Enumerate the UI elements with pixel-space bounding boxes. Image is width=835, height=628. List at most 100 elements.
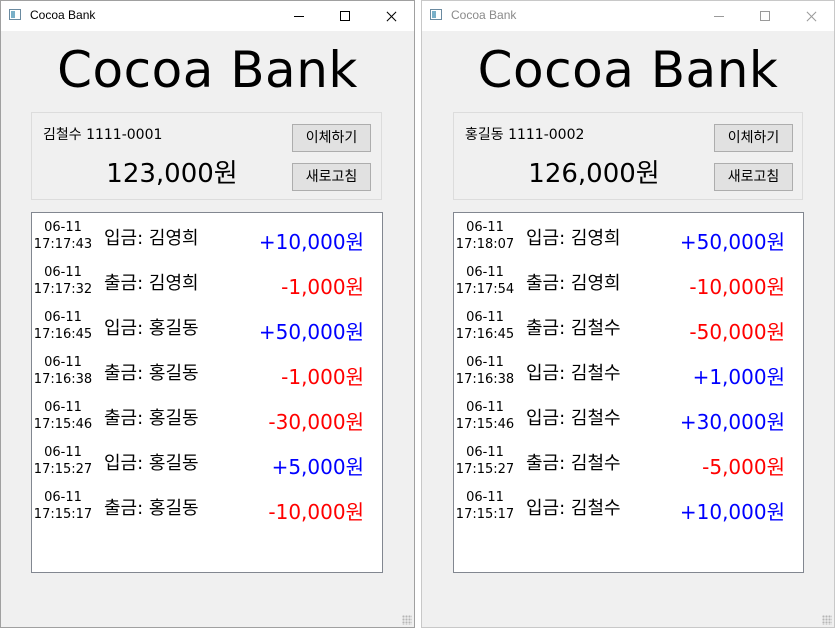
tx-description: 입금: 김철수 <box>526 498 621 519</box>
list-item[interactable]: 06-11 17:18:07 입금: 김영희 +50,000원 <box>454 215 803 260</box>
tx-date: 06-11 <box>44 400 82 415</box>
tx-description: 입금: 김영희 <box>104 228 199 249</box>
bank-window-1: Cocoa Bank Cocoa Bank 김철수 1111-0001 123,… <box>0 0 415 628</box>
account-info: 홍길동 1111-0002 <box>465 127 585 143</box>
minimize-icon[interactable] <box>696 1 742 31</box>
tx-date: 06-11 <box>466 310 504 325</box>
tx-date: 06-11 <box>466 445 504 460</box>
tx-amount: -5,000원 <box>702 455 785 479</box>
tx-datetime: 06-11 17:16:38 <box>32 354 94 388</box>
window-title: Cocoa Bank <box>30 8 96 22</box>
tx-amount: -30,000원 <box>268 410 364 434</box>
tx-date: 06-11 <box>466 265 504 280</box>
refresh-button[interactable]: 새로고침 <box>714 163 793 191</box>
tx-description: 출금: 홍길동 <box>104 498 199 519</box>
maximize-icon[interactable] <box>742 1 788 31</box>
tx-amount: +10,000원 <box>679 500 785 524</box>
tx-time: 17:16:45 <box>33 327 93 342</box>
list-item[interactable]: 06-11 17:16:45 입금: 홍길동 +50,000원 <box>32 305 382 350</box>
tx-date: 06-11 <box>466 355 504 370</box>
bank-window-2: Cocoa Bank Cocoa Bank 홍길동 1111-0002 126,… <box>421 0 835 628</box>
account-panel: 김철수 1111-0001 123,000원 이체하기 새로고침 <box>31 112 382 200</box>
tx-time: 17:15:46 <box>33 417 93 432</box>
list-item[interactable]: 06-11 17:17:32 출금: 김영희 -1,000원 <box>32 260 382 305</box>
list-item[interactable]: 06-11 17:15:27 출금: 김철수 -5,000원 <box>454 440 803 485</box>
transaction-list[interactable]: 06-11 17:18:07 입금: 김영희 +50,000원 06-11 17:1… <box>453 212 804 573</box>
tx-description: 출금: 김철수 <box>526 318 621 339</box>
account-info: 김철수 1111-0001 <box>43 127 163 143</box>
app-title: Cocoa Bank <box>477 41 779 99</box>
tx-description: 출금: 홍길동 <box>104 363 199 384</box>
title-bar[interactable]: Cocoa Bank <box>1 1 414 31</box>
tx-datetime: 06-11 17:16:45 <box>454 309 516 343</box>
resize-grip[interactable] <box>822 615 832 625</box>
list-item[interactable]: 06-11 17:16:45 출금: 김철수 -50,000원 <box>454 305 803 350</box>
list-item[interactable]: 06-11 17:16:38 출금: 홍길동 -1,000원 <box>32 350 382 395</box>
tx-datetime: 06-11 17:15:17 <box>454 489 516 523</box>
tx-amount: +1,000원 <box>692 365 785 389</box>
tx-datetime: 06-11 17:17:43 <box>32 219 94 253</box>
tx-time: 17:15:27 <box>455 462 515 477</box>
tx-date: 06-11 <box>44 310 82 325</box>
window-title: Cocoa Bank <box>451 8 517 22</box>
list-item[interactable]: 06-11 17:17:43 입금: 김영희 +10,000원 <box>32 215 382 260</box>
list-item[interactable]: 06-11 17:15:27 입금: 홍길동 +5,000원 <box>32 440 382 485</box>
list-item[interactable]: 06-11 17:15:17 입금: 김철수 +10,000원 <box>454 485 803 530</box>
tx-time: 17:15:17 <box>33 507 93 522</box>
tx-date: 06-11 <box>44 220 82 235</box>
app-window-icon <box>9 9 21 20</box>
tx-amount: +10,000원 <box>258 230 364 254</box>
tx-time: 17:17:54 <box>455 282 515 297</box>
tx-date: 06-11 <box>466 220 504 235</box>
tx-time: 17:17:32 <box>33 282 93 297</box>
tx-description: 출금: 홍길동 <box>104 408 199 429</box>
transaction-list[interactable]: 06-11 17:17:43 입금: 김영희 +10,000원 06-11 17:1… <box>31 212 383 573</box>
maximize-icon[interactable] <box>322 1 368 31</box>
tx-amount: -10,000원 <box>268 500 364 524</box>
tx-amount: +50,000원 <box>679 230 785 254</box>
refresh-button[interactable]: 새로고침 <box>292 163 371 191</box>
tx-date: 06-11 <box>466 490 504 505</box>
tx-description: 입금: 김철수 <box>526 363 621 384</box>
list-item[interactable]: 06-11 17:15:46 출금: 홍길동 -30,000원 <box>32 395 382 440</box>
tx-description: 출금: 김영희 <box>526 273 621 294</box>
transfer-button[interactable]: 이체하기 <box>714 124 793 152</box>
list-item[interactable]: 06-11 17:16:38 입금: 김철수 +1,000원 <box>454 350 803 395</box>
tx-amount: +50,000원 <box>258 320 364 344</box>
tx-datetime: 06-11 17:17:32 <box>32 264 94 298</box>
tx-description: 출금: 김철수 <box>526 453 621 474</box>
tx-time: 17:16:38 <box>33 372 93 387</box>
balance: 123,000원 <box>106 159 238 189</box>
title-bar[interactable]: Cocoa Bank <box>422 1 834 31</box>
tx-amount: -1,000원 <box>281 365 364 389</box>
minimize-icon[interactable] <box>276 1 322 31</box>
tx-date: 06-11 <box>466 400 504 415</box>
tx-amount: -1,000원 <box>281 275 364 299</box>
tx-datetime: 06-11 17:18:07 <box>454 219 516 253</box>
tx-time: 17:16:45 <box>455 327 515 342</box>
list-item[interactable]: 06-11 17:15:17 출금: 홍길동 -10,000원 <box>32 485 382 530</box>
tx-datetime: 06-11 17:16:38 <box>454 354 516 388</box>
tx-datetime: 06-11 17:15:27 <box>454 444 516 478</box>
transfer-button[interactable]: 이체하기 <box>292 124 371 152</box>
close-icon[interactable] <box>788 1 834 31</box>
resize-grip[interactable] <box>402 615 412 625</box>
list-item[interactable]: 06-11 17:17:54 출금: 김영희 -10,000원 <box>454 260 803 305</box>
tx-time: 17:15:17 <box>455 507 515 522</box>
app-window-icon <box>430 9 442 20</box>
tx-datetime: 06-11 17:17:54 <box>454 264 516 298</box>
tx-amount: +5,000원 <box>271 455 364 479</box>
tx-time: 17:15:27 <box>33 462 93 477</box>
tx-time: 17:16:38 <box>455 372 515 387</box>
tx-amount: +30,000원 <box>679 410 785 434</box>
app-title: Cocoa Bank <box>57 41 358 99</box>
tx-time: 17:18:07 <box>455 237 515 252</box>
close-icon[interactable] <box>368 1 414 31</box>
tx-description: 입금: 김영희 <box>526 228 621 249</box>
tx-date: 06-11 <box>44 355 82 370</box>
tx-datetime: 06-11 17:16:45 <box>32 309 94 343</box>
list-item[interactable]: 06-11 17:15:46 입금: 김철수 +30,000원 <box>454 395 803 440</box>
tx-datetime: 06-11 17:15:46 <box>32 399 94 433</box>
tx-date: 06-11 <box>44 490 82 505</box>
tx-datetime: 06-11 17:15:17 <box>32 489 94 523</box>
